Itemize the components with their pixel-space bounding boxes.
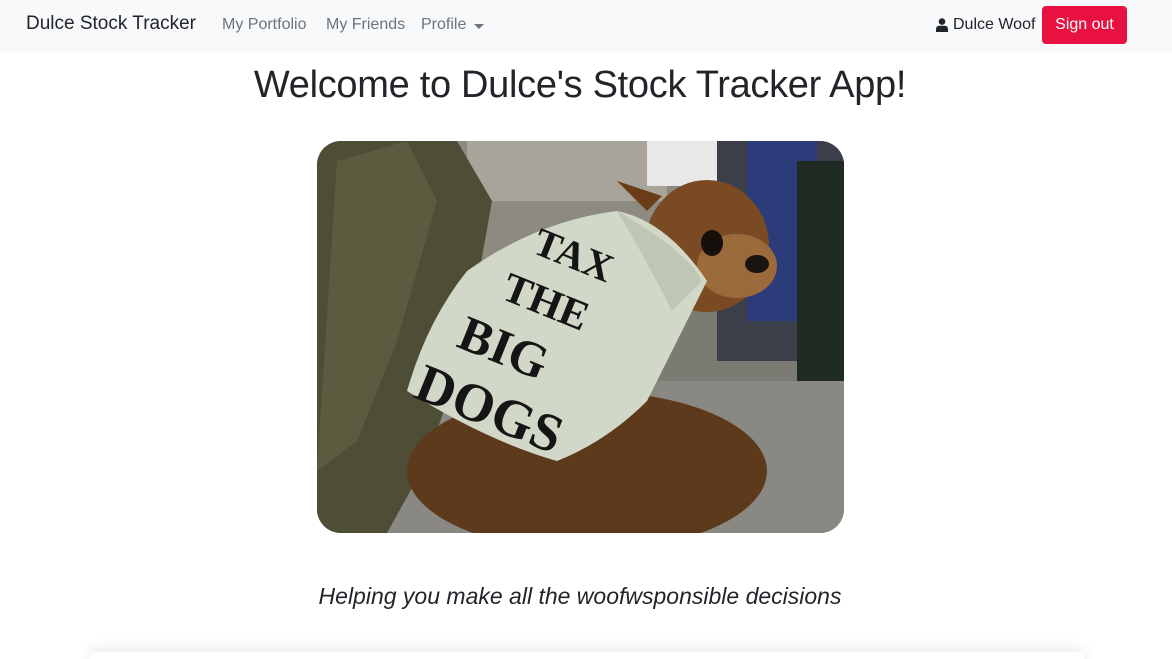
dog-protest-image: TAX THE BIG DOGS [317, 141, 844, 533]
profile-label: Profile [421, 16, 467, 33]
brand-link[interactable]: Dulce Stock Tracker [26, 13, 196, 35]
content-card [90, 652, 1084, 659]
chevron-down-icon [474, 23, 485, 29]
user-icon [936, 18, 948, 32]
nav-my-portfolio[interactable]: My Portfolio [222, 16, 306, 34]
tagline: Helping you make all the woofwsponsible … [318, 583, 842, 609]
nav-profile-dropdown[interactable]: Profile [421, 16, 485, 34]
nav-my-friends[interactable]: My Friends [326, 16, 405, 34]
user-name: Dulce Woof [953, 16, 1036, 33]
navbar: Dulce Stock Tracker My Portfolio My Frie… [0, 0, 1172, 52]
dog-photo: TAX THE BIG DOGS [317, 141, 844, 533]
user-info: Dulce Woof [936, 16, 1035, 34]
sign-out-button[interactable]: Sign out [1042, 6, 1127, 44]
page-title: Welcome to Dulce's Stock Tracker App! [253, 64, 907, 106]
